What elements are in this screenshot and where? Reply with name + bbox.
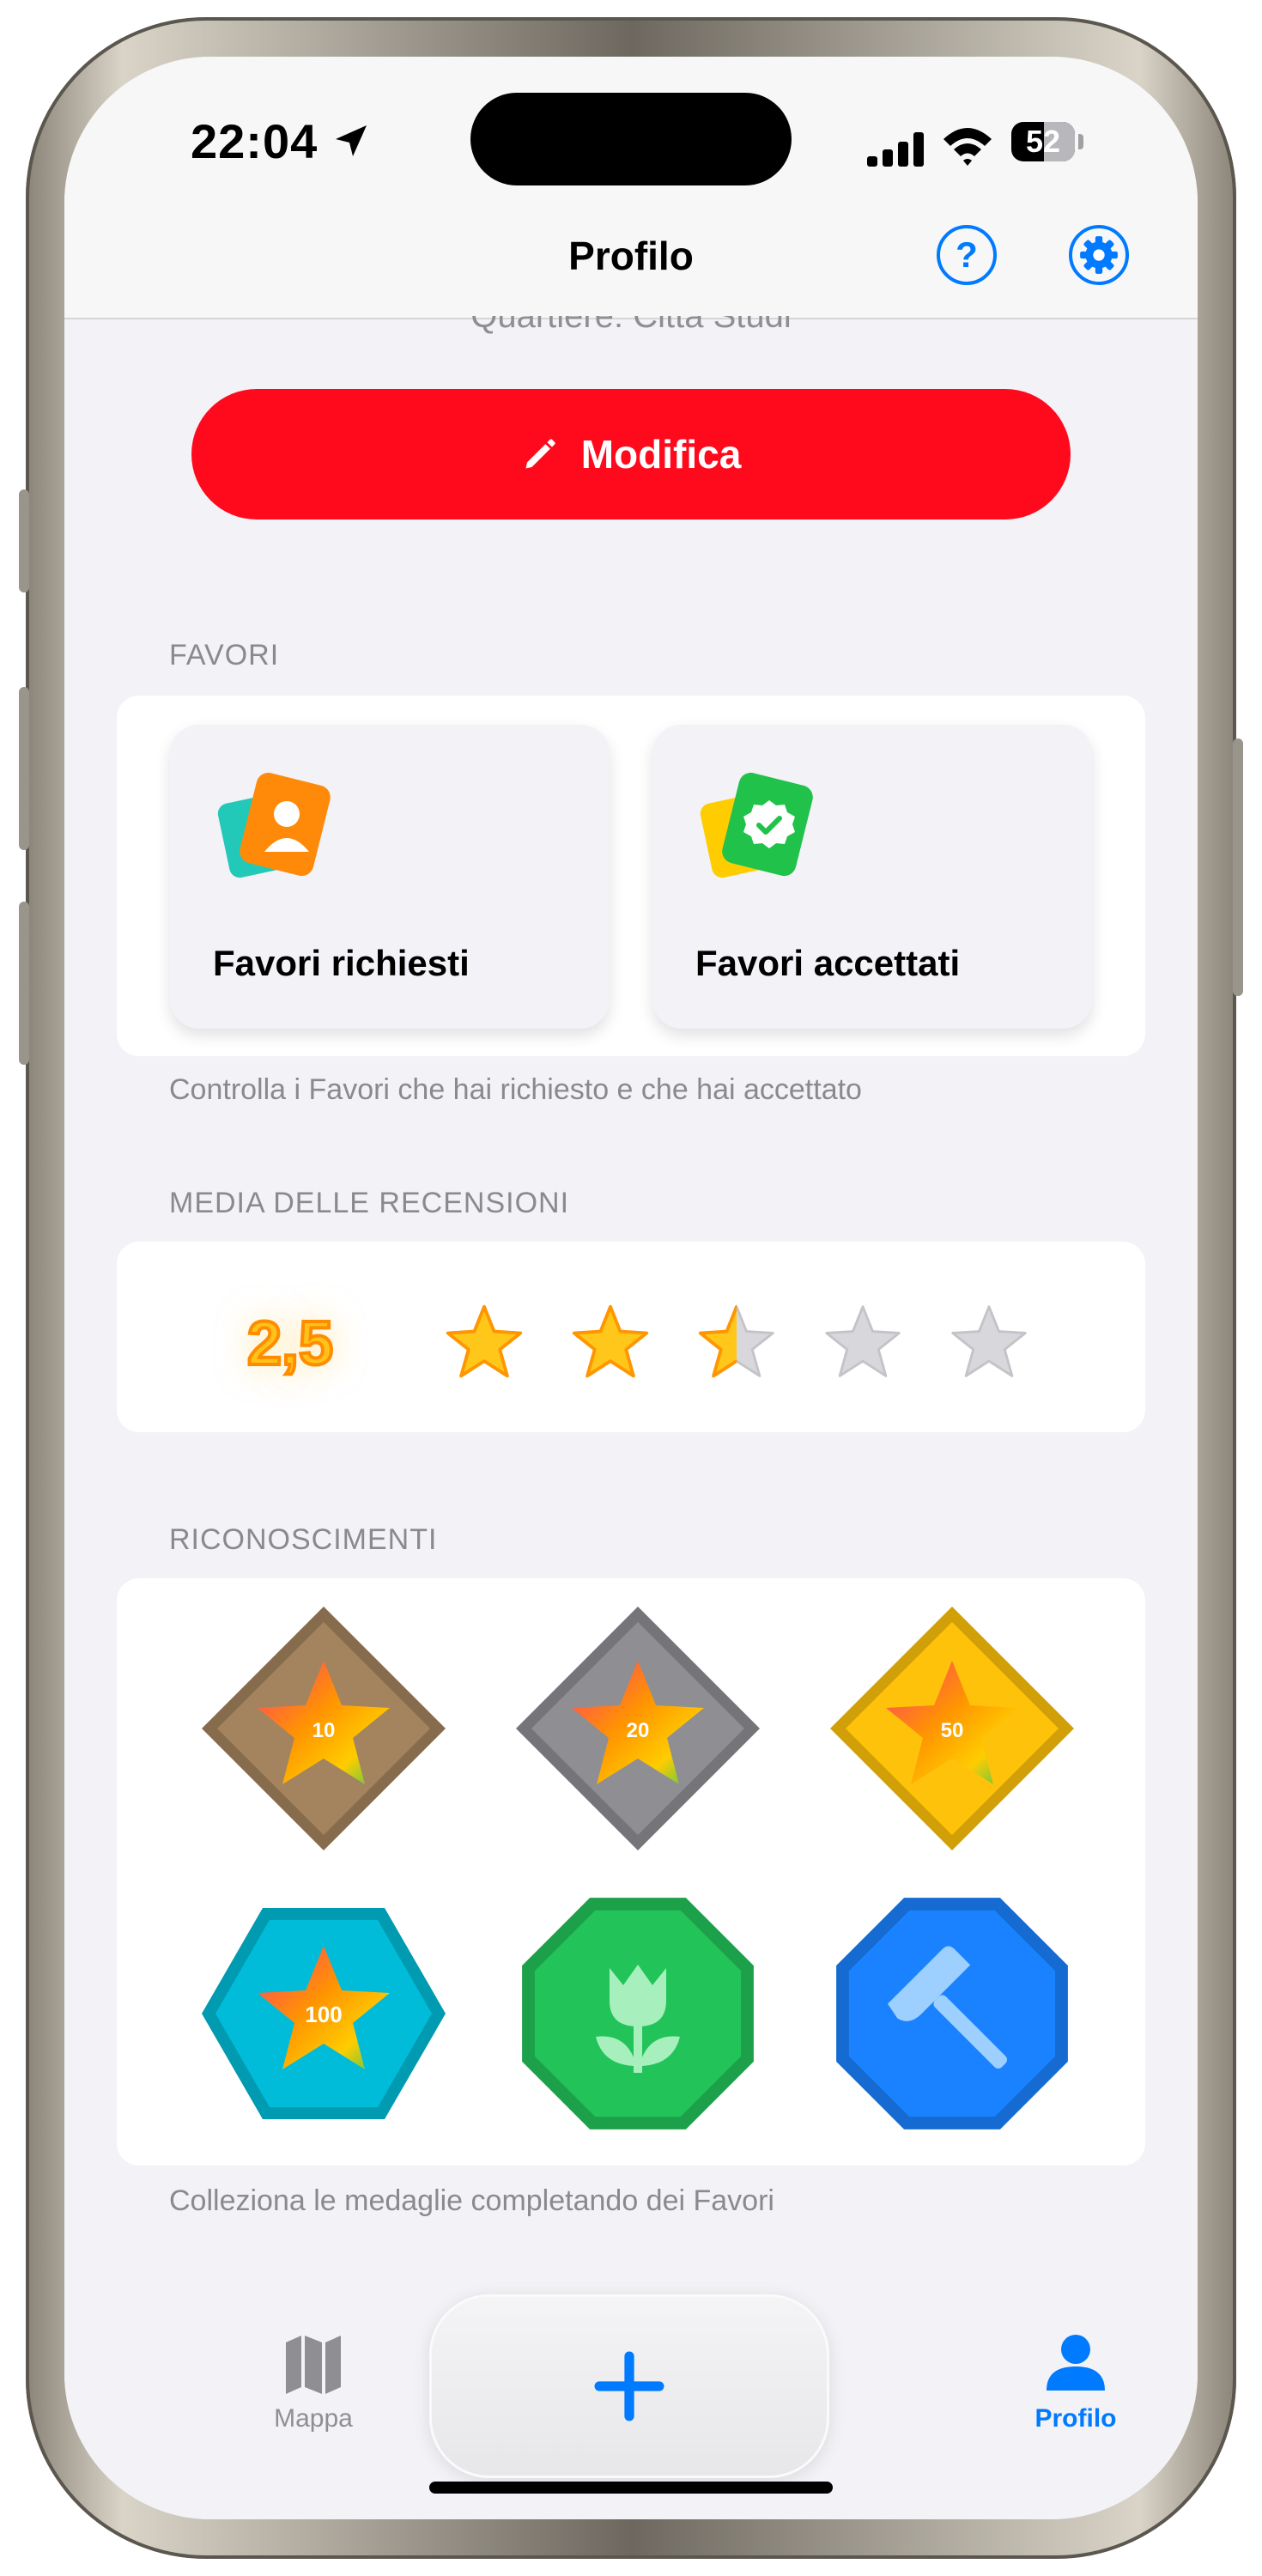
volume-up-button [19, 687, 29, 850]
accepted-favors-icon [700, 772, 813, 878]
battery-percentage: 52 [1025, 124, 1061, 159]
home-indicator [429, 2482, 833, 2494]
star-icon [825, 1305, 901, 1377]
favors-card: Favori richiesti Favori accettati [117, 696, 1145, 1056]
badge-10[interactable]: 10 [199, 1604, 448, 1853]
add-favor-button[interactable] [429, 2294, 829, 2478]
achievements-card: 10 20 50 100 [117, 1578, 1145, 2166]
person-icon [1047, 2335, 1105, 2391]
badge-100[interactable]: 100 [199, 1889, 448, 2138]
rating-average: 2,5 [246, 1308, 335, 1380]
badge-50[interactable]: 50 [828, 1604, 1077, 1853]
star-icon [951, 1305, 1027, 1377]
accepted-favors-tile[interactable]: Favori accettati [652, 725, 1092, 1029]
badge-count-label: 10 [312, 1719, 336, 1742]
location-arrow-icon [336, 125, 367, 156]
badge-count-label: 20 [627, 1719, 650, 1742]
tab-profile-label: Profilo [1034, 2404, 1117, 2433]
requested-favors-tile[interactable]: Favori richiesti [170, 725, 610, 1029]
tab-map-label: Mappa [274, 2404, 353, 2433]
gear-icon [1080, 236, 1118, 274]
badge-count-label: 100 [305, 2002, 342, 2027]
badge-tulip[interactable] [513, 1889, 762, 2138]
star-icon [698, 1304, 774, 1378]
accepted-favors-label: Favori accettati [695, 943, 961, 983]
cellular-signal-icon [867, 132, 924, 167]
status-bar: 22:04 52 [64, 57, 1198, 228]
power-button [1233, 738, 1243, 996]
reviews-section-header: MEDIA DELLE RECENSIONI [169, 1187, 570, 1219]
help-button[interactable]: ? [937, 225, 997, 285]
battery-indicator: 52 [1011, 122, 1083, 161]
requested-favors-icon [217, 772, 331, 878]
requested-favors-label: Favori richiesti [213, 943, 470, 983]
star-icon [446, 1304, 523, 1378]
tab-bar: Mappa Profilo [64, 2260, 1198, 2519]
volume-down-button [19, 902, 29, 1065]
status-time: 22:04 [191, 114, 319, 168]
page-title: Profilo [568, 234, 694, 278]
pencil-icon [525, 439, 555, 469]
badge-count-label: 50 [941, 1719, 964, 1742]
plus-icon [594, 2351, 664, 2421]
edit-profile-button[interactable]: Modifica [191, 389, 1071, 519]
dynamic-island [470, 93, 792, 185]
badge-hammer[interactable] [828, 1889, 1077, 2138]
action-button [19, 489, 29, 592]
app-screen: Modifica FAVORI Favori richiesti Favori … [64, 57, 1198, 2519]
tab-profile[interactable]: Profilo [1007, 2329, 1144, 2433]
reviews-card: 2,5 [117, 1242, 1145, 1432]
map-icon [286, 2336, 341, 2394]
favors-section-header: FAVORI [169, 639, 280, 671]
badge-20[interactable]: 20 [513, 1604, 762, 1853]
tab-map[interactable]: Mappa [245, 2329, 382, 2433]
question-mark-icon: ? [956, 234, 978, 275]
favors-footer: Controlla i Favori che hai richiesto e c… [169, 1073, 862, 1106]
wifi-icon [943, 128, 992, 166]
neighborhood-text: Quartiere: Città Studi [470, 297, 792, 335]
achievements-section-header: RICONOSCIMENTI [169, 1523, 438, 1556]
settings-button[interactable] [1069, 225, 1129, 285]
battery-icon: 52 [1011, 122, 1075, 161]
achievements-footer: Colleziona le medaglie completando dei F… [169, 2184, 774, 2217]
edit-button-label: Modifica [580, 432, 742, 477]
battery-tip [1078, 134, 1083, 149]
star-icon [572, 1304, 649, 1378]
